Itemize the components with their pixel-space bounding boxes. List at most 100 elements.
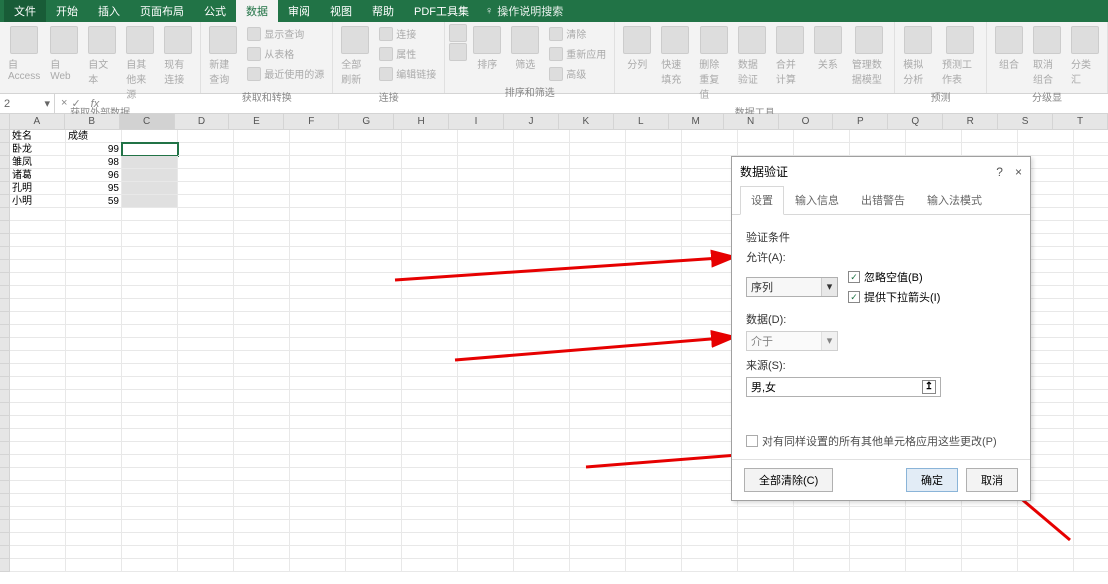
cell[interactable]	[178, 338, 234, 351]
clear-all-button[interactable]: 全部清除(C)	[744, 468, 833, 492]
cell[interactable]	[10, 325, 66, 338]
cell[interactable]	[178, 208, 234, 221]
cell[interactable]	[458, 195, 514, 208]
cell[interactable]	[290, 455, 346, 468]
cell[interactable]	[962, 546, 1018, 559]
row-header[interactable]	[0, 143, 10, 156]
cell[interactable]	[794, 520, 850, 533]
cell[interactable]	[850, 546, 906, 559]
cell[interactable]	[570, 325, 626, 338]
cell[interactable]	[570, 156, 626, 169]
cell[interactable]	[682, 260, 738, 273]
cell[interactable]	[122, 195, 178, 208]
cell[interactable]	[1074, 273, 1108, 286]
cell[interactable]	[122, 390, 178, 403]
row-header[interactable]	[0, 130, 10, 143]
cell[interactable]	[626, 390, 682, 403]
cell[interactable]	[906, 559, 962, 572]
cell[interactable]	[122, 260, 178, 273]
cell[interactable]	[10, 377, 66, 390]
ribbon-button[interactable]: 组合	[991, 24, 1027, 73]
cell[interactable]	[682, 546, 738, 559]
cell[interactable]	[402, 403, 458, 416]
cell[interactable]	[458, 169, 514, 182]
ignore-blank-checkbox[interactable]: ✓ 忽略空值(B)	[848, 269, 940, 285]
cell[interactable]	[1074, 364, 1108, 377]
cell[interactable]	[122, 429, 178, 442]
cell[interactable]	[626, 351, 682, 364]
cell[interactable]	[682, 286, 738, 299]
cell[interactable]	[626, 507, 682, 520]
column-header[interactable]: O	[779, 114, 834, 130]
row-header[interactable]	[0, 546, 10, 559]
cell[interactable]	[570, 403, 626, 416]
column-header[interactable]: R	[943, 114, 998, 130]
cell[interactable]	[10, 468, 66, 481]
cell[interactable]	[458, 312, 514, 325]
cell[interactable]	[682, 507, 738, 520]
cell[interactable]	[1018, 533, 1074, 546]
cell[interactable]	[458, 221, 514, 234]
cell[interactable]	[962, 559, 1018, 572]
cell[interactable]	[346, 156, 402, 169]
cell[interactable]	[626, 156, 682, 169]
row-header[interactable]	[0, 416, 10, 429]
cell[interactable]	[402, 169, 458, 182]
cell[interactable]	[794, 143, 850, 156]
ribbon-button[interactable]: 自 Web	[46, 24, 82, 84]
cell[interactable]	[234, 455, 290, 468]
cancel-button[interactable]: 取消	[966, 468, 1018, 492]
cell[interactable]	[626, 299, 682, 312]
cell[interactable]	[234, 403, 290, 416]
cell[interactable]	[122, 299, 178, 312]
cell[interactable]	[178, 247, 234, 260]
cell[interactable]	[10, 520, 66, 533]
cell[interactable]	[682, 429, 738, 442]
provide-dropdown-checkbox[interactable]: ✓ 提供下拉箭头(I)	[848, 289, 940, 305]
cell[interactable]	[738, 546, 794, 559]
cell[interactable]	[290, 221, 346, 234]
cell[interactable]	[346, 351, 402, 364]
column-header[interactable]: T	[1053, 114, 1108, 130]
cell[interactable]	[290, 403, 346, 416]
column-header[interactable]: A	[10, 114, 65, 130]
cell[interactable]	[570, 143, 626, 156]
cell[interactable]	[234, 156, 290, 169]
cell[interactable]	[682, 351, 738, 364]
ribbon-button[interactable]: 自文本	[84, 24, 120, 88]
cell[interactable]	[514, 364, 570, 377]
cell[interactable]	[290, 234, 346, 247]
cell[interactable]	[570, 338, 626, 351]
cell[interactable]	[178, 195, 234, 208]
cell[interactable]	[178, 299, 234, 312]
cell[interactable]	[682, 130, 738, 143]
cell[interactable]	[570, 182, 626, 195]
cell[interactable]	[458, 546, 514, 559]
row-header[interactable]	[0, 351, 10, 364]
cell[interactable]	[682, 325, 738, 338]
cell[interactable]	[10, 273, 66, 286]
cell[interactable]	[1074, 195, 1108, 208]
cell[interactable]	[570, 221, 626, 234]
ribbon-button[interactable]: 自其他来源	[122, 24, 158, 103]
cell[interactable]	[514, 507, 570, 520]
cell[interactable]	[10, 533, 66, 546]
cell[interactable]	[122, 481, 178, 494]
cell[interactable]	[122, 286, 178, 299]
row-header[interactable]	[0, 195, 10, 208]
cell[interactable]	[290, 169, 346, 182]
cell[interactable]	[514, 390, 570, 403]
cell[interactable]	[682, 416, 738, 429]
cell[interactable]	[234, 390, 290, 403]
cell[interactable]	[458, 481, 514, 494]
cell[interactable]	[682, 195, 738, 208]
cell[interactable]	[514, 520, 570, 533]
cell[interactable]	[122, 546, 178, 559]
cell[interactable]	[346, 520, 402, 533]
cell[interactable]	[66, 325, 122, 338]
cell[interactable]	[290, 260, 346, 273]
cell[interactable]	[402, 130, 458, 143]
cell[interactable]	[234, 208, 290, 221]
cell[interactable]	[458, 520, 514, 533]
row-header[interactable]	[0, 234, 10, 247]
